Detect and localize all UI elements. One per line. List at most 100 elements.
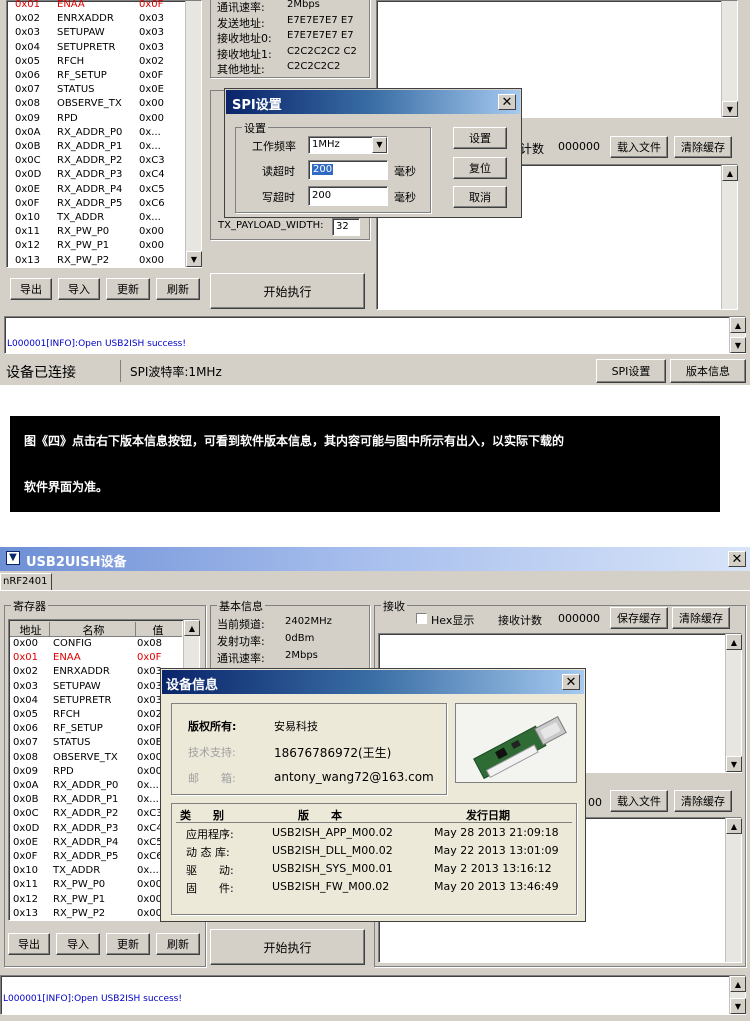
register-row[interactable]: 0x01 ENAA 0x0F: [9, 0, 185, 12]
register-row[interactable]: 0x13 RX_PW_P2 0x00: [11, 907, 183, 921]
scroll-up-arrow-icon[interactable]: ▲: [730, 976, 746, 992]
register-name: RPD: [57, 112, 78, 124]
register-row[interactable]: 0x0C RX_ADDR_P2 0xC3: [11, 807, 183, 821]
bottom-start-button[interactable]: 开始执行: [210, 929, 365, 965]
register-row[interactable]: 0x05 RFCH 0x02: [9, 55, 185, 69]
bottom-receive-scrollbar[interactable]: ▲ ▼: [725, 634, 742, 772]
register-value: 0x...: [137, 780, 159, 791]
top-export-button[interactable]: 导出: [10, 278, 52, 300]
read-timeout-input[interactable]: 200: [308, 160, 388, 180]
top-import-button[interactable]: 导入: [58, 278, 100, 300]
top-register-scrollbar[interactable]: ▼: [185, 1, 202, 267]
register-row[interactable]: 0x07 STATUS 0x0E: [9, 83, 185, 97]
write-timeout-input[interactable]: 200: [308, 186, 388, 206]
register-row[interactable]: 0x05 RFCH 0x02: [11, 708, 183, 722]
top-log-scrollbar[interactable]: ▲ ▼: [729, 317, 746, 353]
spi-reset-button[interactable]: 复位: [453, 157, 507, 179]
register-row[interactable]: 0x06 RF_SETUP 0x0F: [9, 69, 185, 83]
top-receive-scrollbar-2[interactable]: ▲: [721, 165, 738, 309]
register-row[interactable]: 0x04 SETUPRETR 0x03: [11, 694, 183, 708]
chevron-down-icon[interactable]: ▼: [372, 137, 387, 153]
register-row[interactable]: 0x0E RX_ADDR_P4 0xC5: [11, 836, 183, 850]
top-flush-button[interactable]: 刷新: [156, 278, 200, 300]
register-row[interactable]: 0x0B RX_ADDR_P1 0x...: [11, 793, 183, 807]
scroll-up-arrow-icon[interactable]: ▲: [730, 317, 746, 333]
bottom-recv-count: 000000: [558, 612, 600, 625]
register-row[interactable]: 0x00 CONFIG 0x08: [11, 637, 183, 651]
register-row[interactable]: 0x08 OBSERVE_TX 0x00: [11, 751, 183, 765]
scroll-down-arrow-icon[interactable]: ▼: [730, 998, 746, 1014]
register-row[interactable]: 0x12 RX_PW_P1 0x00: [11, 893, 183, 907]
register-row[interactable]: 0x0F RX_ADDR_P5 0xC6: [11, 850, 183, 864]
register-row[interactable]: 0x0B RX_ADDR_P1 0x...: [9, 140, 185, 154]
top-clear-cache-button[interactable]: 清除缓存: [674, 136, 732, 158]
register-row[interactable]: 0x09 RPD 0x00: [11, 765, 183, 779]
col-header-addr[interactable]: 地址: [12, 622, 50, 637]
register-row[interactable]: 0x08 OBSERVE_TX 0x00: [9, 97, 185, 111]
scroll-up-arrow-icon[interactable]: ▲: [722, 165, 738, 181]
top-log-area[interactable]: L000001[INFO]:Open USB2ISH success! ▲ ▼: [4, 316, 746, 354]
register-row[interactable]: 0x0E RX_ADDR_P4 0xC5: [9, 183, 185, 197]
bottom-clear-cache-button-2[interactable]: 清除缓存: [674, 790, 732, 812]
top-refresh-button[interactable]: 更新: [106, 278, 150, 300]
close-icon[interactable]: ✕: [498, 94, 516, 110]
register-row[interactable]: 0x07 STATUS 0x0E: [11, 736, 183, 750]
register-row[interactable]: 0x0D RX_ADDR_P3 0xC4: [9, 168, 185, 182]
col-header-val[interactable]: 值: [138, 622, 178, 638]
register-row[interactable]: 0x0A RX_ADDR_P0 0x...: [11, 779, 183, 793]
register-row[interactable]: 0x02 ENRXADDR 0x03: [11, 665, 183, 679]
scroll-up-arrow-icon[interactable]: ▲: [726, 634, 742, 650]
register-row[interactable]: 0x01 ENAA 0x0F: [11, 651, 183, 665]
write-timeout-label: 写超时: [262, 191, 295, 204]
register-row[interactable]: 0x13 RX_PW_P2 0x00: [9, 254, 185, 268]
register-row[interactable]: 0x06 RF_SETUP 0x0F: [11, 722, 183, 736]
top-register-list[interactable]: 0x01 ENAA 0x0F 0x02 ENRXADDR 0x03 0x03 SETUPAW 0…: [6, 0, 202, 268]
register-row[interactable]: 0x10 TX_ADDR 0x...: [11, 864, 183, 878]
freq-select[interactable]: 1MHz ▼: [308, 136, 388, 154]
scroll-down-arrow-icon[interactable]: ▼: [730, 337, 746, 353]
register-row[interactable]: 0x02 ENRXADDR 0x03: [9, 12, 185, 26]
register-row[interactable]: 0x11 RX_PW_P0 0x00: [11, 878, 183, 892]
register-value: 0xC6: [137, 851, 163, 862]
register-row[interactable]: 0x0A RX_ADDR_P0 0x...: [9, 126, 185, 140]
register-row[interactable]: 0x03 SETUPAW 0x03: [9, 26, 185, 40]
version-row-version: USB2ISH_APP_M00.02: [272, 826, 393, 839]
col-header-name[interactable]: 名称: [52, 622, 136, 637]
scroll-up-arrow-icon[interactable]: ▲: [184, 620, 200, 636]
scroll-down-arrow-icon[interactable]: ▼: [722, 101, 738, 117]
bottom-log-area[interactable]: L000001[INFO]:Open USB2ISH success! ▲ ▼: [0, 975, 746, 1015]
hex-display-checkbox[interactable]: [416, 613, 427, 624]
bottom-flush-button[interactable]: 刷新: [156, 933, 200, 955]
top-start-button[interactable]: 开始执行: [210, 273, 365, 309]
spi-cancel-button[interactable]: 取消: [453, 186, 507, 208]
top-load-file-button[interactable]: 载入文件: [610, 136, 668, 158]
bottom-send-scrollbar[interactable]: ▲: [725, 818, 742, 962]
spi-set-button[interactable]: 设置: [453, 127, 507, 149]
register-row[interactable]: 0x12 RX_PW_P1 0x00: [9, 239, 185, 253]
bottom-clear-cache-button[interactable]: 清除缓存: [672, 607, 730, 629]
close-icon[interactable]: ✕: [562, 674, 580, 690]
bottom-load-file-button[interactable]: 载入文件: [610, 790, 668, 812]
bottom-refresh-button[interactable]: 更新: [106, 933, 150, 955]
register-row[interactable]: 0x09 RPD 0x00: [9, 112, 185, 126]
tx-payload-input[interactable]: 32: [332, 218, 360, 236]
register-row[interactable]: 0x10 TX_ADDR 0x...: [9, 211, 185, 225]
register-row[interactable]: 0x0C RX_ADDR_P2 0xC3: [9, 154, 185, 168]
bottom-import-button[interactable]: 导入: [56, 933, 100, 955]
bottom-export-button[interactable]: 导出: [8, 933, 50, 955]
save-cache-button[interactable]: 保存缓存: [610, 607, 668, 629]
tab-nrf2401[interactable]: nRF2401: [0, 573, 52, 591]
bottom-log-scrollbar[interactable]: ▲ ▼: [729, 976, 746, 1014]
register-row[interactable]: 0x03 SETUPAW 0x03: [11, 680, 183, 694]
register-row[interactable]: 0x0F RX_ADDR_P5 0xC6: [9, 197, 185, 211]
register-row[interactable]: 0x04 SETUPRETR 0x03: [9, 41, 185, 55]
scroll-down-arrow-icon[interactable]: ▼: [726, 756, 742, 772]
spi-settings-button[interactable]: SPI设置: [596, 359, 666, 383]
scroll-down-arrow-icon[interactable]: ▼: [186, 251, 202, 267]
top-receive-scrollbar[interactable]: ▼: [721, 1, 738, 117]
version-info-button[interactable]: 版本信息: [670, 359, 746, 383]
scroll-up-arrow-icon[interactable]: ▲: [726, 818, 742, 834]
close-icon[interactable]: ✕: [728, 551, 746, 567]
register-row[interactable]: 0x0D RX_ADDR_P3 0xC4: [11, 822, 183, 836]
register-row[interactable]: 0x11 RX_PW_P0 0x00: [9, 225, 185, 239]
